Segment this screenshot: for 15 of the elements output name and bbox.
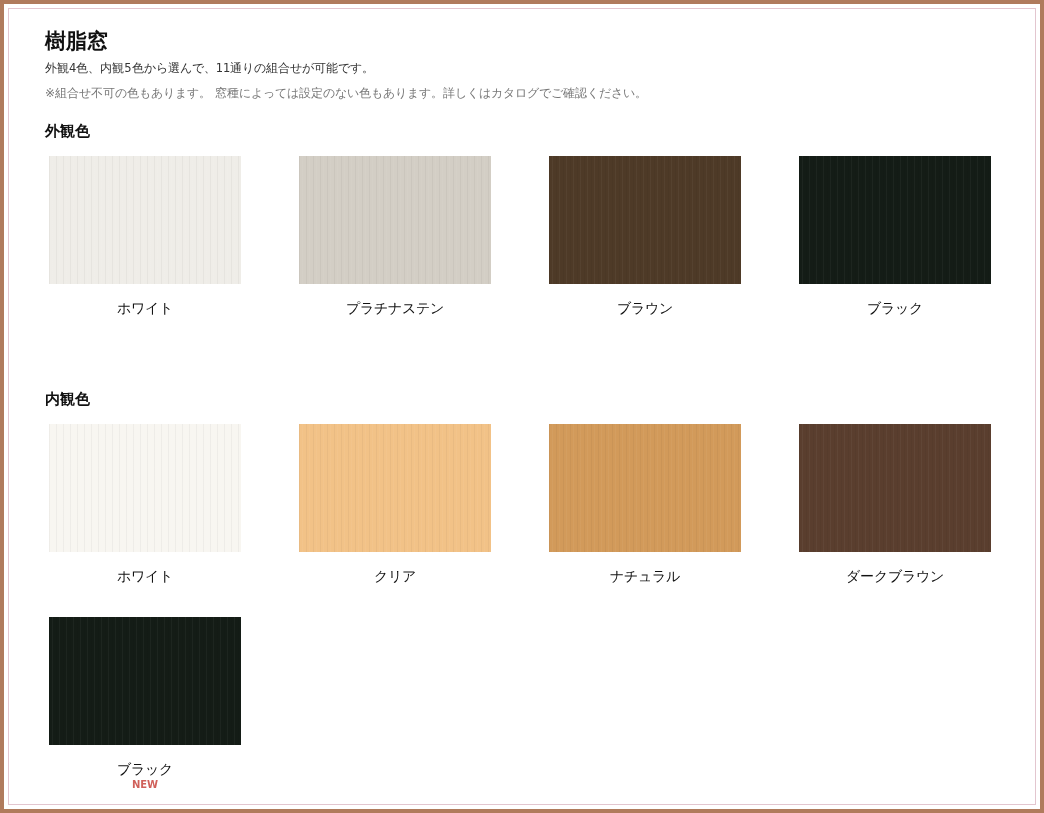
color-name: ブラック: [867, 299, 923, 317]
color-name: ダークブラウン: [846, 567, 944, 585]
color-name: ブラック: [117, 760, 173, 778]
color-name: プラチナステン: [346, 299, 444, 317]
section-heading: 外観色: [45, 121, 91, 141]
color-name: ブラウン: [617, 299, 673, 317]
note-text: ※組合せ不可の色もあります。 窓種によっては設定のない色もあります。詳しくはカタログでご確認ください。: [45, 86, 648, 101]
color-name: ナチュラル: [610, 567, 680, 585]
color-name: ホワイト: [117, 299, 173, 317]
color-name: クリア: [374, 567, 416, 585]
color-name: ホワイト: [117, 567, 173, 585]
subtitle: 外観4色、内観5色から選んで、11通りの組合せが可能です。: [45, 60, 376, 76]
page-title: 樹脂窓: [45, 28, 109, 55]
new-label: NEW: [131, 778, 159, 792]
section-heading: 内観色: [45, 389, 91, 409]
